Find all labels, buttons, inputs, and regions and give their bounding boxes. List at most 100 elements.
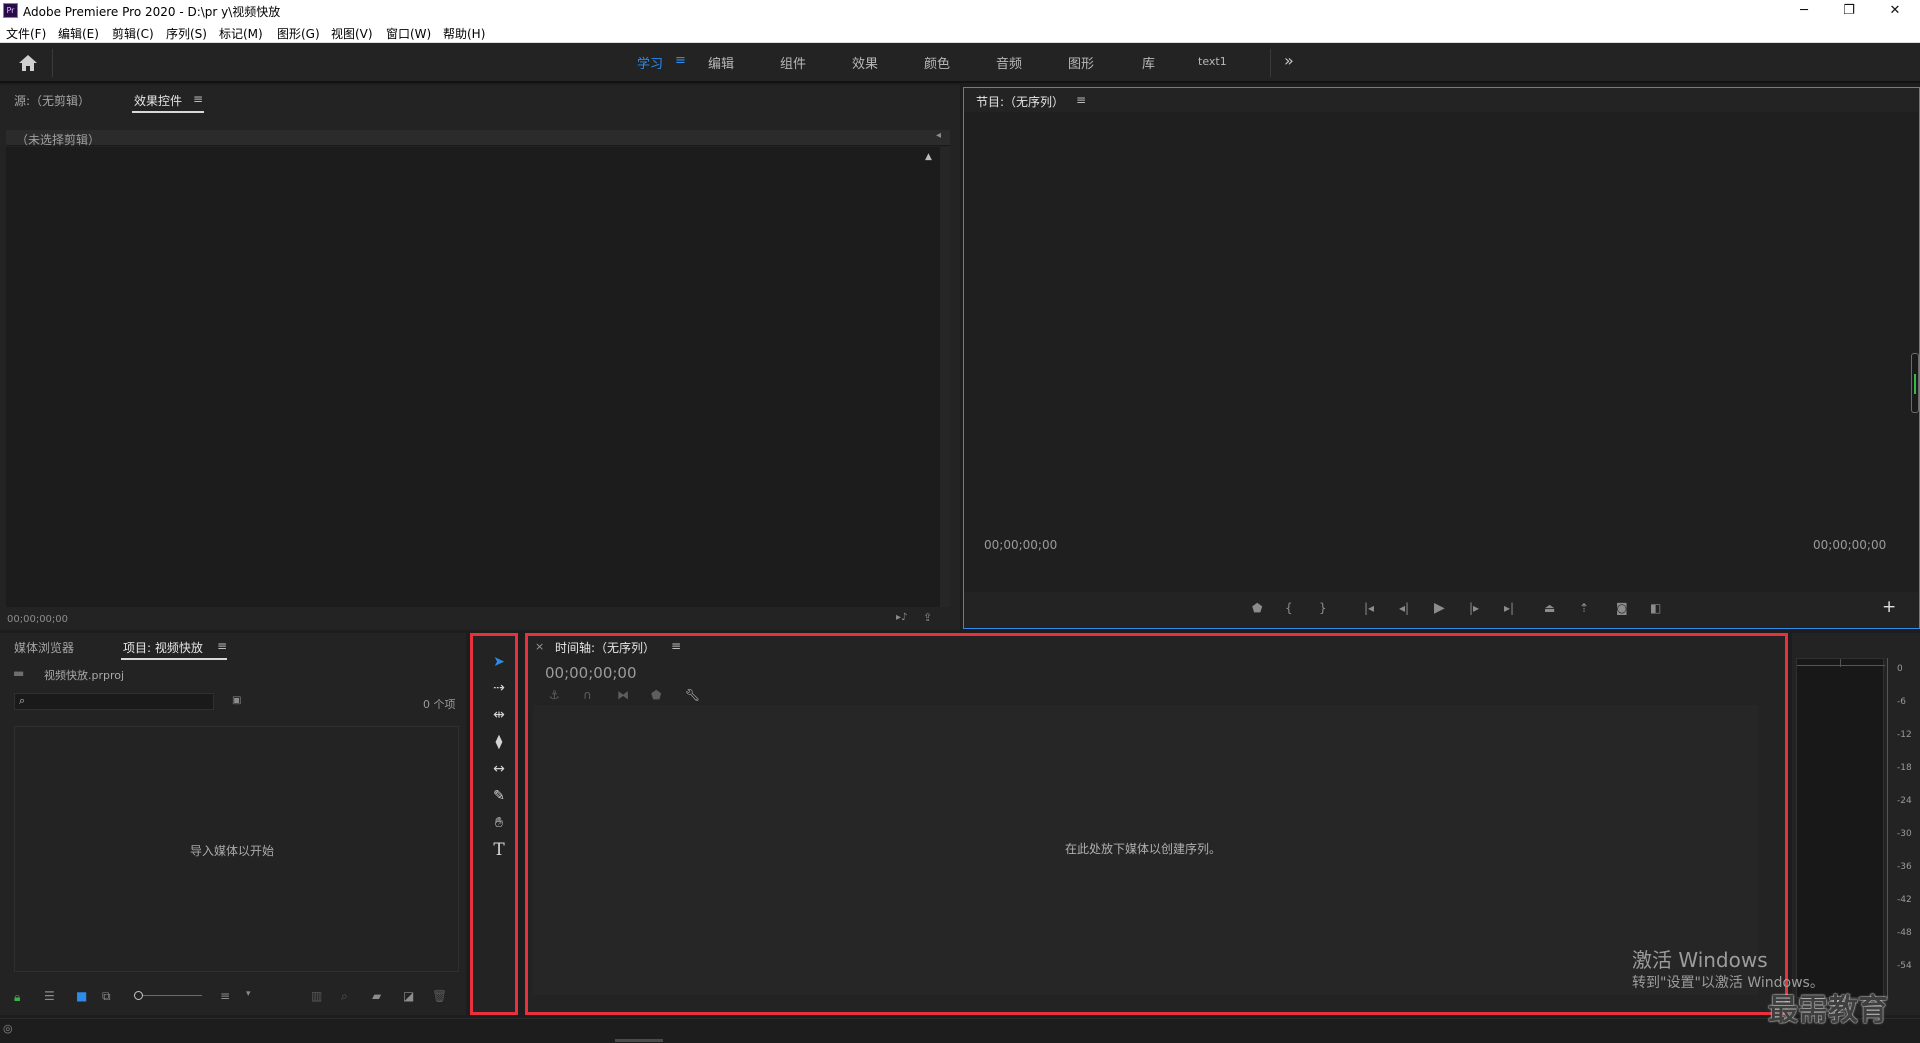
new-search-bin-icon[interactable]: ▣ <box>232 695 241 706</box>
workspace-editing[interactable]: 编辑 <box>708 53 734 72</box>
menu-view[interactable]: 视图(V) <box>331 25 373 42</box>
menu-graphics[interactable]: 图形(G) <box>277 25 320 42</box>
meter-tick-label: -6 <box>1897 697 1906 707</box>
window-title: Adobe Premiere Pro 2020 - D:\pr y\视频快放 <box>23 5 281 19</box>
search-input[interactable]: ⌕ <box>14 693 214 710</box>
razor-tool-icon[interactable]: ⧫ <box>486 731 512 753</box>
new-bin-icon[interactable]: ▰ <box>372 989 381 1003</box>
zoom-slider[interactable] <box>134 991 202 1000</box>
workspace-color[interactable]: 颜色 <box>924 53 950 72</box>
project-file-icon: ▬ <box>13 666 25 680</box>
extract-icon[interactable]: ⇡ <box>1579 601 1589 615</box>
active-tab-underline <box>121 658 227 660</box>
meter-tick-label: -18 <box>1897 763 1912 773</box>
hand-tool-icon[interactable]: ✋︎ <box>486 812 512 834</box>
collapse-arrow-icon[interactable]: ◂ <box>936 130 941 141</box>
chevron-down-icon[interactable]: ▾ <box>246 989 251 999</box>
workspace-effects[interactable]: 效果 <box>852 53 878 72</box>
workspace-learning[interactable]: 学习 <box>637 53 663 72</box>
meter-tick-label: -48 <box>1897 928 1912 938</box>
step-forward-icon[interactable]: |▸ <box>1469 601 1479 615</box>
timeline-panel: × 时间轴:（无序列） ≡ 00;00;00;00 ⚓︎ ∩ ⧓ ⬟ 🔧︎ 在此… <box>525 633 1788 1015</box>
mark-in-icon[interactable]: { <box>1285 601 1293 615</box>
menu-marker[interactable]: 标记(M) <box>219 25 263 42</box>
scrollbar[interactable] <box>940 147 950 607</box>
tab-source[interactable]: 源:（无剪辑） <box>14 92 90 109</box>
meter-tick-label: -24 <box>1897 796 1912 806</box>
program-timecode-duration: 00;00;00;00 <box>1813 538 1887 552</box>
play-icon[interactable]: ▶ <box>1434 600 1445 616</box>
scroll-up-icon[interactable]: ▲ <box>925 152 932 162</box>
panel-menu-icon[interactable]: ≡ <box>193 92 203 106</box>
selection-tool-icon[interactable]: ➤ <box>486 651 512 673</box>
ripple-edit-tool-icon[interactable]: ⇹ <box>486 704 512 726</box>
menu-edit[interactable]: 编辑(E) <box>58 25 99 42</box>
workspace-graphics[interactable]: 图形 <box>1068 53 1094 72</box>
meter-tick-label: -54 <box>1897 961 1912 971</box>
lift-icon[interactable]: ⏏ <box>1544 601 1555 615</box>
slip-tool-icon[interactable]: ↔ <box>486 758 512 780</box>
new-item-icon[interactable]: ◪ <box>403 989 414 1003</box>
close-icon[interactable]: ✕ <box>1872 0 1918 22</box>
panel-menu-icon[interactable]: ≡ <box>217 639 227 653</box>
workspace-libraries[interactable]: 库 <box>1142 53 1155 72</box>
title-bar: Pr Adobe Premiere Pro 2020 - D:\pr y\视频快… <box>0 0 1920 22</box>
workspace-text1[interactable]: text1 <box>1198 55 1227 68</box>
menu-clip[interactable]: 剪辑(C) <box>112 25 154 42</box>
audio-meter-bars <box>1796 658 1885 998</box>
go-to-in-icon[interactable]: |◂ <box>1364 601 1374 615</box>
pen-tool-icon[interactable]: ✎ <box>486 785 512 807</box>
project-drop-area[interactable]: 导入媒体以开始 <box>14 726 459 972</box>
activation-watermark-title: 激活 Windows <box>1632 948 1768 972</box>
audio-meter-panel <box>1792 633 1920 1015</box>
highlight-box <box>525 633 1788 1015</box>
minimize-icon[interactable]: ─ <box>1781 0 1827 22</box>
divider <box>1270 49 1271 77</box>
menu-help[interactable]: 帮助(H) <box>443 25 485 42</box>
premiere-logo-icon: Pr <box>3 3 18 18</box>
trash-icon[interactable]: 🗑︎ <box>432 989 447 1003</box>
automate-to-sequence-icon[interactable]: ▥ <box>311 989 322 1003</box>
type-tool-icon[interactable]: T <box>486 839 512 861</box>
workspace-audio[interactable]: 音频 <box>996 53 1022 72</box>
meter-tick-label: -12 <box>1897 730 1912 740</box>
tab-effect-controls[interactable]: 效果控件 <box>134 92 182 109</box>
zoom-scroll-handle[interactable] <box>1911 353 1919 413</box>
tab-media-browser[interactable]: 媒体浏览器 <box>14 639 74 656</box>
lock-icon[interactable]: 🔒︎ <box>14 990 20 1005</box>
home-icon[interactable] <box>18 53 38 73</box>
tab-program[interactable]: 节目:（无序列） <box>976 93 1064 110</box>
add-button-icon[interactable]: + <box>1882 597 1896 617</box>
step-back-icon[interactable]: ◂| <box>1399 601 1409 615</box>
no-clip-label: （未选择剪辑） <box>16 133 101 147</box>
meter-tick-label: -42 <box>1897 895 1912 905</box>
menu-sequence[interactable]: 序列(S) <box>166 25 207 42</box>
track-select-tool-icon[interactable]: ⇢ <box>486 677 512 699</box>
tab-project[interactable]: 项目: 视频快放 <box>123 639 203 656</box>
program-monitor: 节目:（无序列） ≡ 00;00;00;00 00;00;00;00 ⬟ { }… <box>963 87 1920 629</box>
workspace-assembly[interactable]: 组件 <box>780 53 806 72</box>
icon-view-icon[interactable]: ■ <box>76 989 87 1003</box>
status-icon: ◎ <box>3 1022 13 1035</box>
mark-out-icon[interactable]: } <box>1319 601 1327 615</box>
project-panel: 媒体浏览器 项目: 视频快放 ≡ ▬ 视频快放.prproj ⌕ ▣ 0 个项 … <box>0 633 466 1015</box>
resize-handle[interactable] <box>615 1039 663 1042</box>
camera-icon[interactable]: ◙ <box>1616 601 1628 615</box>
workspace-menu-icon[interactable]: ≡ <box>675 53 686 68</box>
restore-icon[interactable]: ❐ <box>1826 0 1872 22</box>
program-viewer[interactable] <box>964 112 1919 592</box>
compare-view-icon[interactable]: ◧ <box>1650 601 1661 615</box>
go-to-out-icon[interactable]: ▸| <box>1504 601 1514 615</box>
audio-only-icon[interactable]: ▸♪ <box>896 612 907 623</box>
freeform-view-icon[interactable]: ⧉ <box>102 989 111 1004</box>
brand-watermark: 最需教育 <box>1768 993 1888 1028</box>
more-workspaces-icon[interactable]: » <box>1284 51 1294 70</box>
menu-window[interactable]: 窗口(W) <box>386 25 431 42</box>
menu-file[interactable]: 文件(F) <box>6 25 46 42</box>
export-icon[interactable]: ⇪ <box>923 611 932 624</box>
add-marker-icon[interactable]: ⬟ <box>1252 601 1262 615</box>
panel-menu-icon[interactable]: ≡ <box>1076 93 1086 107</box>
list-view-icon[interactable]: ☰ <box>44 989 55 1003</box>
sort-icon[interactable]: ≡ <box>220 989 230 1003</box>
find-icon[interactable]: ⌕ <box>341 989 348 1004</box>
